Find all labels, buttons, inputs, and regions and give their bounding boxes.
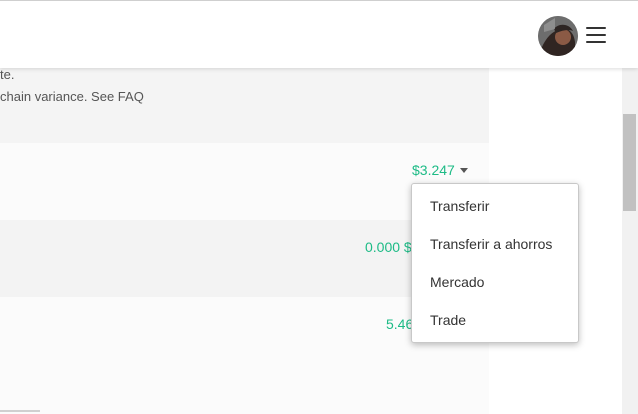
avatar[interactable] <box>538 16 578 56</box>
hamburger-menu-icon-line <box>586 34 606 36</box>
chevron-down-icon[interactable] <box>459 168 468 173</box>
wallet-page: te. chain variance. See FAQ $3.247 0.000… <box>0 0 638 414</box>
wallet-notice: te. chain variance. See FAQ <box>0 67 489 143</box>
wallet-amount[interactable]: 5.46 <box>386 316 413 332</box>
wallet-amount-dropdown[interactable]: $3.247 <box>412 162 468 178</box>
dropdown-item-transfer[interactable]: Transferir <box>430 198 489 214</box>
dropdown-item-trade[interactable]: Trade <box>430 312 466 328</box>
dropdown-item-transfer-to-savings[interactable]: Transferir a ahorros <box>430 236 552 252</box>
hamburger-menu-icon-line <box>586 41 606 43</box>
wallet-actions-dropdown: Transferir Transferir a ahorros Mercado … <box>411 183 579 343</box>
notice-text-line-2: chain variance. See FAQ <box>0 89 144 104</box>
dropdown-item-market[interactable]: Mercado <box>430 274 484 290</box>
main-menu-button[interactable] <box>584 23 608 47</box>
top-navigation-bar <box>0 0 638 68</box>
wallet-amount[interactable]: $3.247 <box>412 162 455 178</box>
avatar-icon <box>538 16 578 56</box>
bottom-divider <box>0 410 40 412</box>
hamburger-menu-icon <box>586 27 606 29</box>
wallet-amount[interactable]: 0.000 $ <box>365 239 412 255</box>
vertical-scrollbar-thumb[interactable] <box>623 114 636 211</box>
